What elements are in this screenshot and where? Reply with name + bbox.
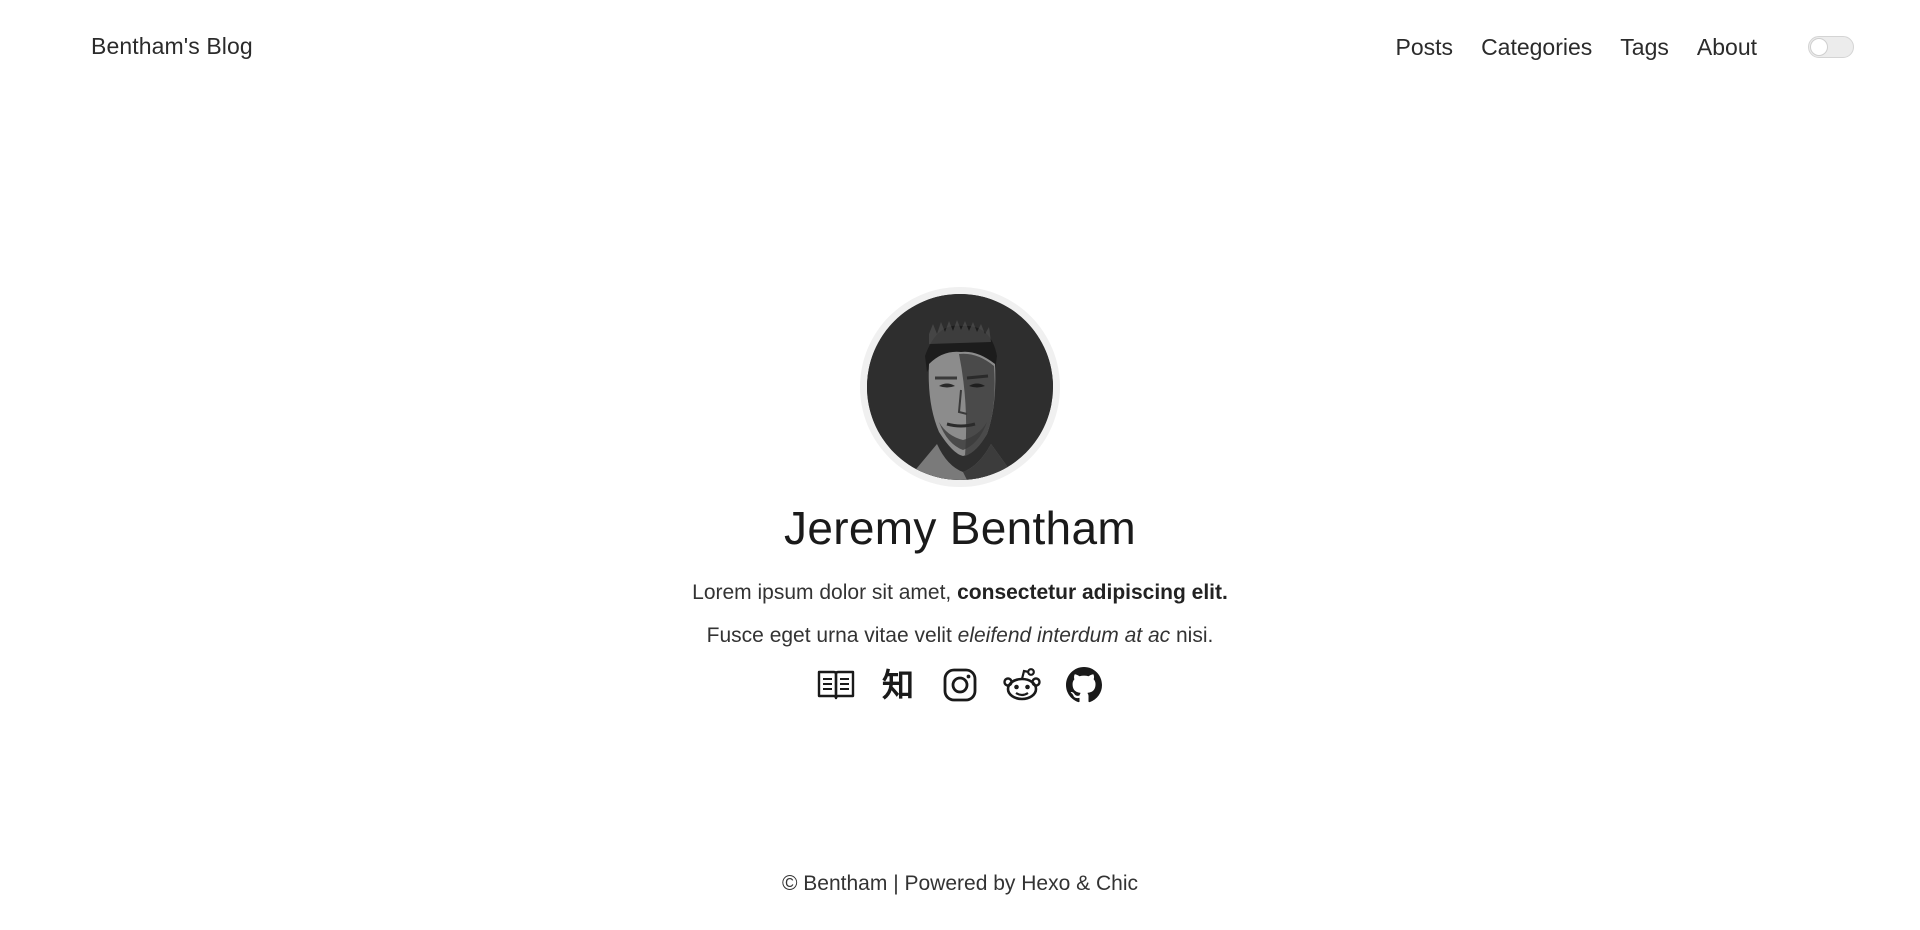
main-nav: Posts Categories Tags About [1396, 33, 1757, 61]
github-icon [1066, 667, 1102, 703]
blog-title-link[interactable]: Bentham's Blog [91, 33, 253, 60]
instagram-icon [943, 668, 977, 702]
bio-line-2-text: Fusce eget urna vitae velit [706, 624, 952, 647]
theme-toggle[interactable] [1808, 36, 1854, 58]
reddit-icon [1003, 668, 1041, 701]
avatar [867, 294, 1053, 480]
footer-copyright: © Bentham [781, 872, 888, 895]
author-name: Jeremy Bentham [784, 502, 1136, 554]
footer-amp: & [1076, 872, 1091, 895]
site-header: Bentham's Blog Posts Categories Tags Abo… [0, 0, 1920, 96]
nav-item-about[interactable]: About [1697, 33, 1757, 61]
footer-separator: | [893, 872, 899, 895]
social-link-reddit[interactable] [1002, 665, 1042, 705]
nav-item-categories[interactable]: Categories [1481, 33, 1592, 61]
social-link-github[interactable] [1064, 665, 1104, 705]
social-links: 知 [805, 665, 1115, 705]
book-icon [817, 670, 855, 700]
toggle-knob [1810, 38, 1828, 56]
bio-line-1: Lorem ipsum dolor sit amet, consectetur … [692, 571, 1228, 614]
bio-line-2-end: nisi. [1175, 624, 1214, 647]
social-link-instagram[interactable] [940, 665, 980, 705]
footer-chic-link[interactable]: Chic [1096, 872, 1138, 895]
bio-line-1-text: Lorem ipsum dolor sit amet, [692, 581, 952, 604]
social-link-book[interactable] [816, 665, 856, 705]
profile-section: Jeremy Bentham Lorem ipsum dolor sit ame… [0, 287, 1920, 705]
bio: Lorem ipsum dolor sit amet, consectetur … [692, 571, 1228, 657]
page: Bentham's Blog Posts Categories Tags Abo… [0, 0, 1920, 930]
zhihu-icon: 知 [881, 666, 914, 704]
nav-item-tags[interactable]: Tags [1620, 33, 1669, 61]
bio-line-2-italic: eleifend interdum at ac [957, 624, 1171, 647]
avatar-ring [860, 287, 1060, 487]
bio-line-2: Fusce eget urna vitae velit eleifend int… [692, 614, 1228, 657]
nav-item-posts[interactable]: Posts [1396, 33, 1454, 61]
footer-powered-by: Powered by [904, 872, 1016, 895]
social-link-zhihu[interactable]: 知 [878, 665, 918, 705]
footer-hexo-link[interactable]: Hexo [1021, 872, 1070, 895]
avatar-portrait-image [867, 294, 1053, 480]
bio-line-1-bold: consectetur adipiscing elit. [957, 581, 1228, 604]
site-footer: © Bentham | Powered by Hexo & Chic [0, 872, 1920, 896]
